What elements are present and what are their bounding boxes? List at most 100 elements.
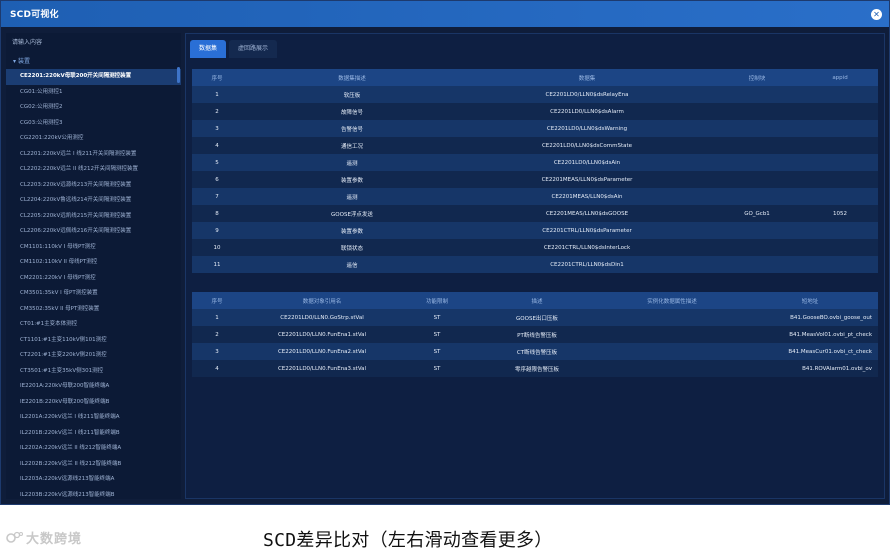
table-cell: CE2201LD0/LLN0.FunEna2.stVal [242, 343, 402, 360]
logo-icon [6, 531, 23, 543]
column-header[interactable]: 短地址 [742, 292, 878, 309]
table-cell: ST [402, 343, 472, 360]
table-row[interactable]: 2 CE2201LD0/LLN0.FunEna1.stVal ST PT断线告警压板 B… [192, 326, 878, 343]
table-row[interactable]: 1 CE2201LD0/LLN0.GoStrp.stVal ST GOOSE出口压板 B… [192, 309, 878, 326]
sidebar-device-item[interactable]: CG02:公用测控2 [6, 100, 181, 116]
table-row[interactable]: 5 遥测 CE2201LD0/LLN0$dsAin [192, 154, 878, 171]
table-row[interactable]: 9 装置参数 CE2201CTRL/LLN0$dsParameter [192, 222, 878, 239]
sidebar-device-item[interactable]: IL2201A:220kV远兰 I 线211智能终端A [6, 410, 181, 426]
table-cell: 1 [192, 86, 242, 103]
sidebar-device-item[interactable]: CL2205:220kV远凯线215开关间隔测控装置 [6, 209, 181, 225]
column-header[interactable]: appid [802, 69, 878, 86]
column-header[interactable]: 数据集 [462, 69, 712, 86]
sidebar-device-item[interactable]: CL2206:220kV远佩线216开关间隔测控装置 [6, 224, 181, 240]
sidebar-device-item[interactable]: IL2202B:220kV远兰 II 线212智能终端B [6, 457, 181, 473]
sidebar-device-item[interactable]: CE2201:220kV母联200开关间隔测控装置 [6, 69, 181, 85]
dataset-table-header: 序号 数据集描述 数据集 控制块 appid [192, 69, 878, 86]
table-cell: 7 [192, 188, 242, 205]
sidebar-device-item[interactable]: CL2203:220kV远源线213开关间隔测控装置 [6, 178, 181, 194]
column-header[interactable]: 实例化数据属性描述 [602, 292, 742, 309]
tab-virtual-circuit[interactable]: 虚回路展示 [229, 40, 278, 58]
search-input[interactable] [12, 36, 174, 49]
sidebar-device-item[interactable]: IE2201B:220kV母联200智能终端B [6, 395, 181, 411]
sidebar-device-item[interactable]: CL2201:220kV远兰 I 线211开关间隔测控装置 [6, 147, 181, 163]
table-cell: 1052 [802, 205, 878, 222]
table-cell: CE2201CTRL/LLN0$dsInterLock [462, 239, 712, 256]
sidebar-device-item[interactable]: CT3501:#1主变35kV侧301测控 [6, 364, 181, 380]
sidebar-device-item[interactable]: CM1101:110kV I 母线PT测控 [6, 240, 181, 256]
table-row[interactable]: 4 通信工况 CE2201LD0/LLN0$dsCommState [192, 137, 878, 154]
table-cell: CE2201LD0/LLN0.FunEna1.stVal [242, 326, 402, 343]
table-row[interactable]: 3 告警信号 CE2201LD0/LLN0$dsWarning [192, 120, 878, 137]
tree-root-node[interactable]: ▾ 装置 [13, 56, 30, 65]
column-header[interactable]: 控制块 [712, 69, 802, 86]
sidebar-device-item[interactable]: CM3502:35kV II 母PT测控装置 [6, 302, 181, 318]
table-cell: 10 [192, 239, 242, 256]
data-object-table: 序号 数据对象引用名 功能限制 描述 实例化数据属性描述 短地址 1 CE2201LD0/L… [192, 292, 878, 382]
table-row[interactable]: 8 GOOSE浮点发送 CE2201MEAS/LLN0$dsGOOSE GO_Gcb1… [192, 205, 878, 222]
dataset-table: 序号 数据集描述 数据集 控制块 appid 1 软压板 CE2201LD0/LLN0$ds… [192, 69, 878, 301]
table-cell: 通信工况 [242, 137, 462, 154]
sidebar-device-item[interactable]: CT1101:#1主变110kV侧101测控 [6, 333, 181, 349]
table-cell [712, 171, 802, 188]
table-cell: 零序越限告警压板 [472, 360, 602, 377]
sidebar-device-item[interactable]: IE2201A:220kV母联200智能终端A [6, 379, 181, 395]
table-cell: 4 [192, 360, 242, 377]
sidebar-device-item[interactable]: CM1102:110kV II 母线PT测控 [6, 255, 181, 271]
table-cell [712, 188, 802, 205]
sidebar-device-item[interactable]: CG01:公用测控1 [6, 85, 181, 101]
table-cell: 2 [192, 103, 242, 120]
table-cell [802, 103, 878, 120]
column-header[interactable]: 序号 [192, 292, 242, 309]
table-cell [712, 256, 802, 273]
chevron-down-icon: ▾ [13, 58, 17, 65]
sidebar-device-item[interactable]: IL2202A:220kV远兰 II 线212智能终端A [6, 441, 181, 457]
watermark-logo: 大数跨境 [6, 528, 82, 547]
column-header[interactable]: 数据集描述 [242, 69, 462, 86]
sidebar-device-item[interactable]: CG2201:220kV公用测控 [6, 131, 181, 147]
table-cell: 3 [192, 120, 242, 137]
table-cell [712, 137, 802, 154]
table-cell [712, 86, 802, 103]
table-row[interactable]: 2 故障信号 CE2201LD0/LLN0$dsAlarm [192, 103, 878, 120]
table-row[interactable]: 10 联锁状态 CE2201CTRL/LLN0$dsInterLock [192, 239, 878, 256]
table-row[interactable]: 4 CE2201LD0/LLN0.FunEna3.stVal ST 零序越限告警压板 B… [192, 360, 878, 377]
sidebar-device-item[interactable]: CG03:公用测控3 [6, 116, 181, 132]
scd-visualization-window: SCD可视化 ✕ ▾装置 CE2201:220kV母联200开关间隔测控装置CG… [0, 0, 890, 505]
table-cell: B41.MeasCur01.ovbi_ct_check [742, 343, 878, 360]
device-tree-panel: ▾装置 CE2201:220kV母联200开关间隔测控装置CG01:公用测控1C… [6, 33, 181, 499]
table-cell: ST [402, 309, 472, 326]
sidebar-device-item[interactable]: CT01:#1主变本体测控 [6, 317, 181, 333]
sidebar-device-item[interactable]: CL2204:220kV鲁远线214开关间隔测控装置 [6, 193, 181, 209]
tab-dataset[interactable]: 数据集 [190, 40, 227, 58]
table-cell: 装置参数 [242, 171, 462, 188]
table-row[interactable]: 6 装置参数 CE2201MEAS/LLN0$dsParameter [192, 171, 878, 188]
table-row[interactable]: 1 软压板 CE2201LD0/LLN0$dsRelayEna [192, 86, 878, 103]
table-cell [802, 256, 878, 273]
table-cell [712, 154, 802, 171]
table-cell: 8 [192, 205, 242, 222]
table-cell: B41.GooseBO.ovbi_goose_out [742, 309, 878, 326]
column-header[interactable]: 序号 [192, 69, 242, 86]
table-row[interactable]: 7 遥测 CE2201MEAS/LLN0$dsAin [192, 188, 878, 205]
column-header[interactable]: 描述 [472, 292, 602, 309]
table-row[interactable]: 11 遥信 CE2201CTRL/LLN0$dsDin1 [192, 256, 878, 273]
sidebar-device-item[interactable]: CM3501:35kV I 母PT测控装置 [6, 286, 181, 302]
sidebar-device-item[interactable]: CL2202:220kV远兰 II 线212开关间隔测控装置 [6, 162, 181, 178]
sidebar-device-item[interactable]: IL2201B:220kV远兰 I 线211智能终端B [6, 426, 181, 442]
column-header[interactable]: 数据对象引用名 [242, 292, 402, 309]
sidebar-device-item[interactable]: IL2203B:220kV远源线213智能终端B [6, 488, 181, 500]
sidebar-device-item[interactable]: CM2201:220kV I 母线PT测控 [6, 271, 181, 287]
close-icon[interactable]: ✕ [871, 9, 882, 20]
table-cell: CT断线告警压板 [472, 343, 602, 360]
sidebar-device-item[interactable]: CT2201:#1主变220kV侧201测控 [6, 348, 181, 364]
table-row[interactable]: 3 CE2201LD0/LLN0.FunEna2.stVal ST CT断线告警压板 B… [192, 343, 878, 360]
tab-bar: 数据集 虚回路展示 [190, 40, 280, 60]
table-cell: CE2201CTRL/LLN0$dsDin1 [462, 256, 712, 273]
tree-root-label: 装置 [18, 58, 31, 65]
sidebar-device-item[interactable]: IL2203A:220kV远源线213智能终端A [6, 472, 181, 488]
column-header[interactable]: 功能限制 [402, 292, 472, 309]
table-cell: CE2201LD0/LLN0$dsRelayEna [462, 86, 712, 103]
sidebar-scrollbar[interactable] [177, 67, 180, 83]
table-cell [802, 137, 878, 154]
